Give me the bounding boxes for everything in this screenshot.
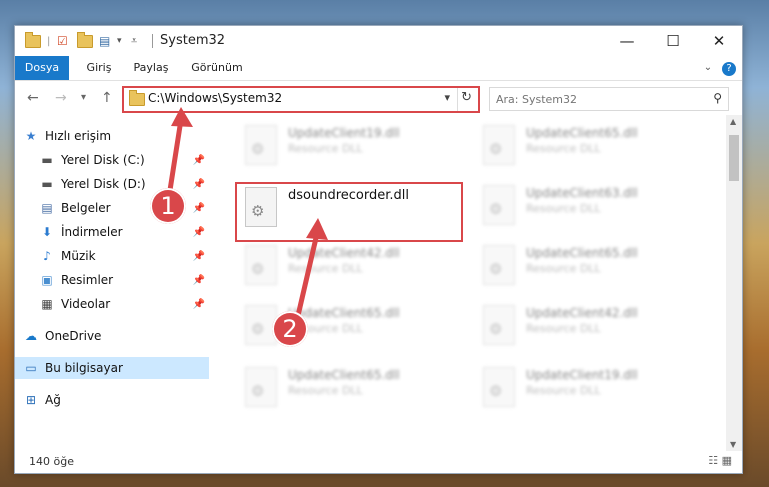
step-1-badge: 1 <box>150 188 186 224</box>
step-2-badge: 2 <box>272 311 308 347</box>
arrow-2-shaft <box>294 237 319 321</box>
arrow-1-head <box>171 107 193 127</box>
annotation-arrows <box>165 107 328 321</box>
arrow-2-head <box>306 218 328 240</box>
